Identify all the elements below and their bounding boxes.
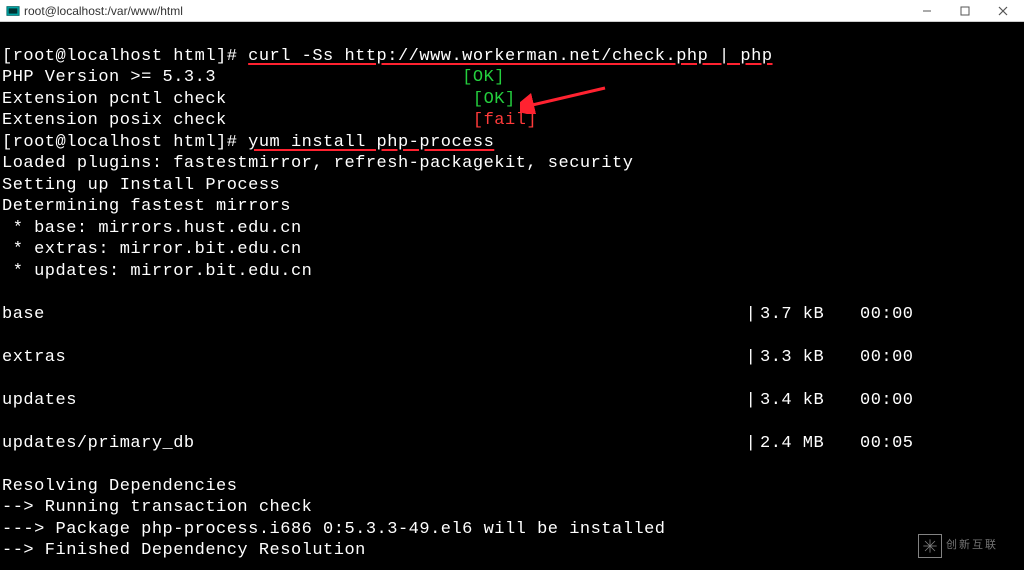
- line-plugins: Loaded plugins: fastestmirror, refresh-p…: [2, 154, 633, 173]
- window-titlebar: root@localhost:/var/www/html: [0, 0, 1024, 22]
- watermark-icon: [918, 534, 942, 558]
- status-fail: [fail]: [473, 111, 537, 130]
- line-posix: Extension posix check: [2, 111, 227, 130]
- close-button[interactable]: [984, 1, 1022, 21]
- minimize-button[interactable]: [908, 1, 946, 21]
- status-ok: [OK]: [462, 68, 505, 87]
- line-mirror-base: * base: mirrors.hust.edu.cn: [2, 219, 302, 238]
- line-setup: Setting up Install Process: [2, 176, 280, 195]
- line-mirror-updates: * updates: mirror.bit.edu.cn: [2, 262, 312, 281]
- terminal[interactable]: [root@localhost html]# curl -Ss http://w…: [0, 22, 1024, 570]
- cmd-curl: curl -Ss http://www.workerman.net/check.…: [248, 47, 772, 66]
- maximize-button[interactable]: [946, 1, 984, 21]
- download-row: updates/primary_db|2.4 MB00:05: [2, 433, 1022, 455]
- titlebar-left: root@localhost:/var/www/html: [6, 4, 183, 18]
- download-row: updates|3.4 kB00:00: [2, 390, 1022, 412]
- line-resolving: Resolving Dependencies: [2, 477, 237, 496]
- putty-icon: [6, 4, 20, 18]
- download-rows: base|3.7 kB00:00 extras|3.3 kB00:00 upda…: [2, 282, 1022, 476]
- line-pkg: ---> Package php-process.i686 0:5.3.3-49…: [2, 520, 666, 539]
- prompt: [root@localhost html]#: [2, 47, 248, 66]
- prompt: [root@localhost html]#: [2, 133, 248, 152]
- line-mirror-extras: * extras: mirror.bit.edu.cn: [2, 240, 302, 259]
- watermark-text: 创新互联: [946, 535, 998, 557]
- terminal-content-2: Resolving Dependencies --> Running trans…: [2, 476, 1022, 570]
- line-finished: --> Finished Dependency Resolution: [2, 541, 366, 560]
- cmd-yum: yum install php-process: [248, 133, 494, 152]
- download-row: base|3.7 kB00:00: [2, 304, 1022, 326]
- line-run-check: --> Running transaction check: [2, 498, 312, 517]
- window-title: root@localhost:/var/www/html: [24, 4, 183, 18]
- status-ok: [OK]: [473, 90, 516, 109]
- line-php-version: PHP Version >= 5.3.3: [2, 68, 216, 87]
- window-controls: [908, 1, 1022, 21]
- line-pcntl: Extension pcntl check: [2, 90, 227, 109]
- download-row: extras|3.3 kB00:00: [2, 347, 1022, 369]
- line-mirrors: Determining fastest mirrors: [2, 197, 291, 216]
- terminal-content: [root@localhost html]# curl -Ss http://w…: [2, 46, 1022, 283]
- watermark: 创新互联: [918, 528, 1018, 564]
